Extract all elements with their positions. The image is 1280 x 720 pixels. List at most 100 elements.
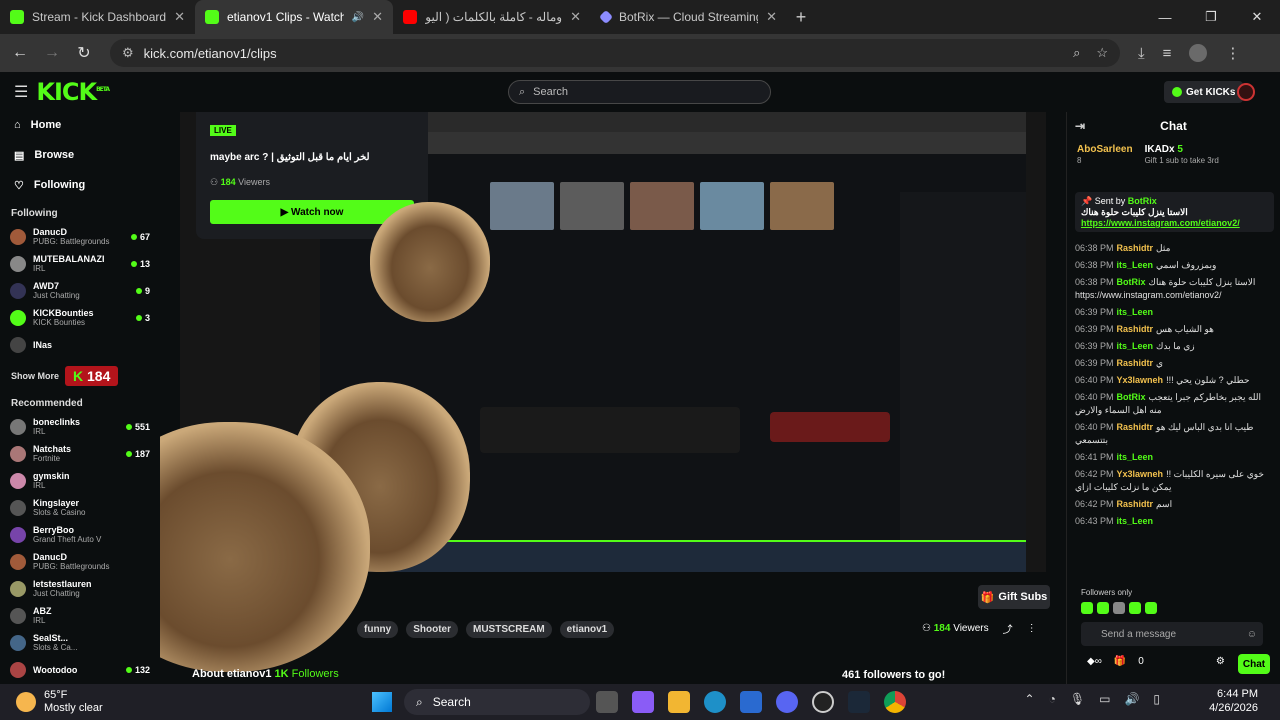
browser-tab[interactable]: وماله - كاملة بالكلمات ( اليوم كـ ✕: [393, 0, 591, 34]
emoji-icon[interactable]: ☺: [1247, 629, 1257, 640]
send-chat-button[interactable]: Chat: [1238, 654, 1270, 674]
download-icon[interactable]: ⤓: [1138, 45, 1145, 62]
site-info-icon[interactable]: ⚙: [122, 45, 134, 61]
tag[interactable]: etianov1: [559, 621, 615, 638]
store-icon[interactable]: [740, 691, 762, 713]
settings-icon[interactable]: ⚙: [1216, 656, 1225, 667]
profile-avatar[interactable]: [1189, 44, 1208, 62]
sidebar-item-browse[interactable]: ▤ Browse: [0, 140, 160, 170]
sidebar-channel[interactable]: letstestlauren Just Chatting: [0, 575, 160, 602]
forward-icon[interactable]: →: [36, 44, 68, 62]
user-avatar[interactable]: [1237, 83, 1255, 101]
collapse-chat-icon[interactable]: ⇥: [1075, 119, 1085, 133]
sidebar-channel[interactable]: BerryBoo Grand Theft Auto V: [0, 521, 160, 548]
sidebar-channel[interactable]: INas: [0, 331, 160, 358]
watch-now-button[interactable]: ▶ Watch now: [210, 200, 414, 224]
tag[interactable]: MUSTSCREAM: [466, 621, 552, 638]
message-user[interactable]: its_Leen: [1117, 260, 1154, 270]
start-icon[interactable]: [372, 692, 392, 712]
clock[interactable]: 6:44 PM 4/26/2026: [1209, 687, 1258, 715]
discord-icon[interactable]: [776, 691, 798, 713]
sidebar-channel[interactable]: Wootodoo 132: [0, 656, 160, 683]
message-user[interactable]: Yx3lawneh: [1117, 469, 1164, 479]
network-icon[interactable]: ◔: [1049, 692, 1056, 706]
obs-icon[interactable]: [812, 691, 834, 713]
message-user[interactable]: Rashidtr: [1117, 358, 1154, 368]
emote-icon[interactable]: [1113, 602, 1125, 614]
close-tab-icon[interactable]: ✕: [570, 9, 581, 25]
sidebar-channel[interactable]: DanucD PUBG: Battlegrounds 67: [0, 223, 160, 250]
emote-icon[interactable]: [1145, 602, 1157, 614]
reload-icon[interactable]: ↻: [68, 43, 100, 63]
message-user[interactable]: BotRix: [1117, 392, 1146, 402]
pinned-link[interactable]: https://www.instagram.com/etianov2/: [1081, 218, 1240, 228]
sidebar-channel[interactable]: Natchats Fortnite 187: [0, 440, 160, 467]
sidebar-channel[interactable]: Kingslayer Slots & Casino: [0, 494, 160, 521]
steam-icon[interactable]: [848, 691, 870, 713]
sidebar-channel[interactable]: boneclinks IRL 551: [0, 413, 160, 440]
sidebar-item-home[interactable]: ⌂ Home: [0, 110, 160, 140]
message-user[interactable]: Rashidtr: [1117, 243, 1154, 253]
emote-icon[interactable]: [1081, 602, 1093, 614]
gift-subs-button[interactable]: 🎁 Gift Subs: [978, 585, 1050, 609]
close-tab-icon[interactable]: ✕: [766, 9, 777, 25]
get-kicks-button[interactable]: Get KICKs: [1164, 81, 1244, 103]
close-tab-icon[interactable]: ✕: [174, 9, 185, 25]
task-view-icon[interactable]: [596, 691, 618, 713]
tag[interactable]: Shooter: [406, 621, 458, 638]
message-user[interactable]: its_Leen: [1117, 516, 1154, 526]
tag[interactable]: funny: [357, 621, 399, 638]
bookmark-star-icon[interactable]: ☆: [1096, 45, 1108, 61]
close-tab-icon[interactable]: ✕: [372, 9, 383, 25]
message-user[interactable]: Yx3lawneh: [1117, 375, 1164, 385]
sidebar-channel[interactable]: ABZ IRL: [0, 602, 160, 629]
message-user[interactable]: Rashidtr: [1117, 422, 1154, 432]
edge-icon[interactable]: [704, 691, 726, 713]
tray-chevron-icon[interactable]: ⌃: [1025, 692, 1035, 706]
message-user[interactable]: Rashidtr: [1117, 499, 1154, 509]
speaker-icon[interactable]: 🔊: [352, 12, 364, 23]
browser-tab[interactable]: Stream - Kick Dashboard ✕: [0, 0, 195, 34]
copilot-icon[interactable]: [632, 691, 654, 713]
message-user[interactable]: Rashidtr: [1117, 324, 1154, 334]
sidebar-channel[interactable]: DanucD PUBG: Battlegrounds: [0, 548, 160, 575]
sidebar-channel[interactable]: AWD7 Just Chatting 9: [0, 277, 160, 304]
weather-widget[interactable]: 65°F Mostly clear: [16, 689, 103, 715]
zoom-icon[interactable]: ⌕: [1073, 45, 1080, 61]
wifi-icon[interactable]: ▭: [1099, 692, 1110, 706]
pinned-message[interactable]: 📌 Sent by BotRix الاستا ينزل كليبات حلوة…: [1075, 192, 1274, 232]
message-user[interactable]: its_Leen: [1117, 341, 1154, 351]
browser-tab[interactable]: BotRix — Cloud Streaming Bot ✕: [591, 0, 787, 34]
gift-icon[interactable]: 🎁: [1114, 656, 1126, 667]
battery-icon[interactable]: ▯: [1153, 692, 1160, 706]
emote-icon[interactable]: [1129, 602, 1141, 614]
emote-icon[interactable]: [1097, 602, 1109, 614]
sidebar-channel[interactable]: KICKBounties KICK Bounties 3: [0, 304, 160, 331]
sidebar-channel[interactable]: SealSt... Slots & Ca...: [0, 629, 160, 656]
hamburger-menu-icon[interactable]: ☰: [14, 82, 28, 102]
sidebar-channel[interactable]: MUTEBALANAZI IRL 13: [0, 250, 160, 277]
volume-icon[interactable]: 🔊: [1124, 692, 1139, 706]
taskbar-search[interactable]: ⌕ Search: [404, 689, 590, 715]
kick-logo[interactable]: KICKBETA: [36, 78, 110, 106]
browser-tab-active[interactable]: etianov1 Clips - Watch Live 🔊 ✕: [195, 0, 393, 34]
chrome-icon[interactable]: [884, 691, 906, 713]
mic-icon[interactable]: 🎙: [1070, 692, 1085, 706]
sidebar-item-following[interactable]: ♡ Following: [0, 170, 160, 200]
share-icon[interactable]: ⤴: [1003, 621, 1013, 636]
browser-menu-icon[interactable]: ⋮: [1225, 44, 1240, 62]
search-input[interactable]: ⌕ Search: [508, 80, 771, 104]
message-user[interactable]: BotRix: [1117, 277, 1146, 287]
new-tab-icon[interactable]: +: [787, 7, 815, 28]
minimize-icon[interactable]: —: [1142, 0, 1188, 34]
sidebar-channel[interactable]: gymskin IRL: [0, 467, 160, 494]
more-options-icon[interactable]: ⋮: [1027, 623, 1037, 634]
media-controls-icon[interactable]: ≡: [1163, 45, 1172, 62]
show-more-link[interactable]: Show More K 184: [0, 358, 160, 390]
top-gifter[interactable]: IKADx 5 Gift 1 sub to take 3rd: [1145, 144, 1219, 180]
message-user[interactable]: its_Leen: [1117, 452, 1154, 462]
kicks-icon[interactable]: ◆∞: [1087, 656, 1102, 667]
file-explorer-icon[interactable]: [668, 691, 690, 713]
url-field[interactable]: ⚙ kick.com/etianov1/clips ⌕ ☆: [110, 39, 1120, 67]
chat-input[interactable]: Send a message ☺: [1081, 622, 1263, 646]
